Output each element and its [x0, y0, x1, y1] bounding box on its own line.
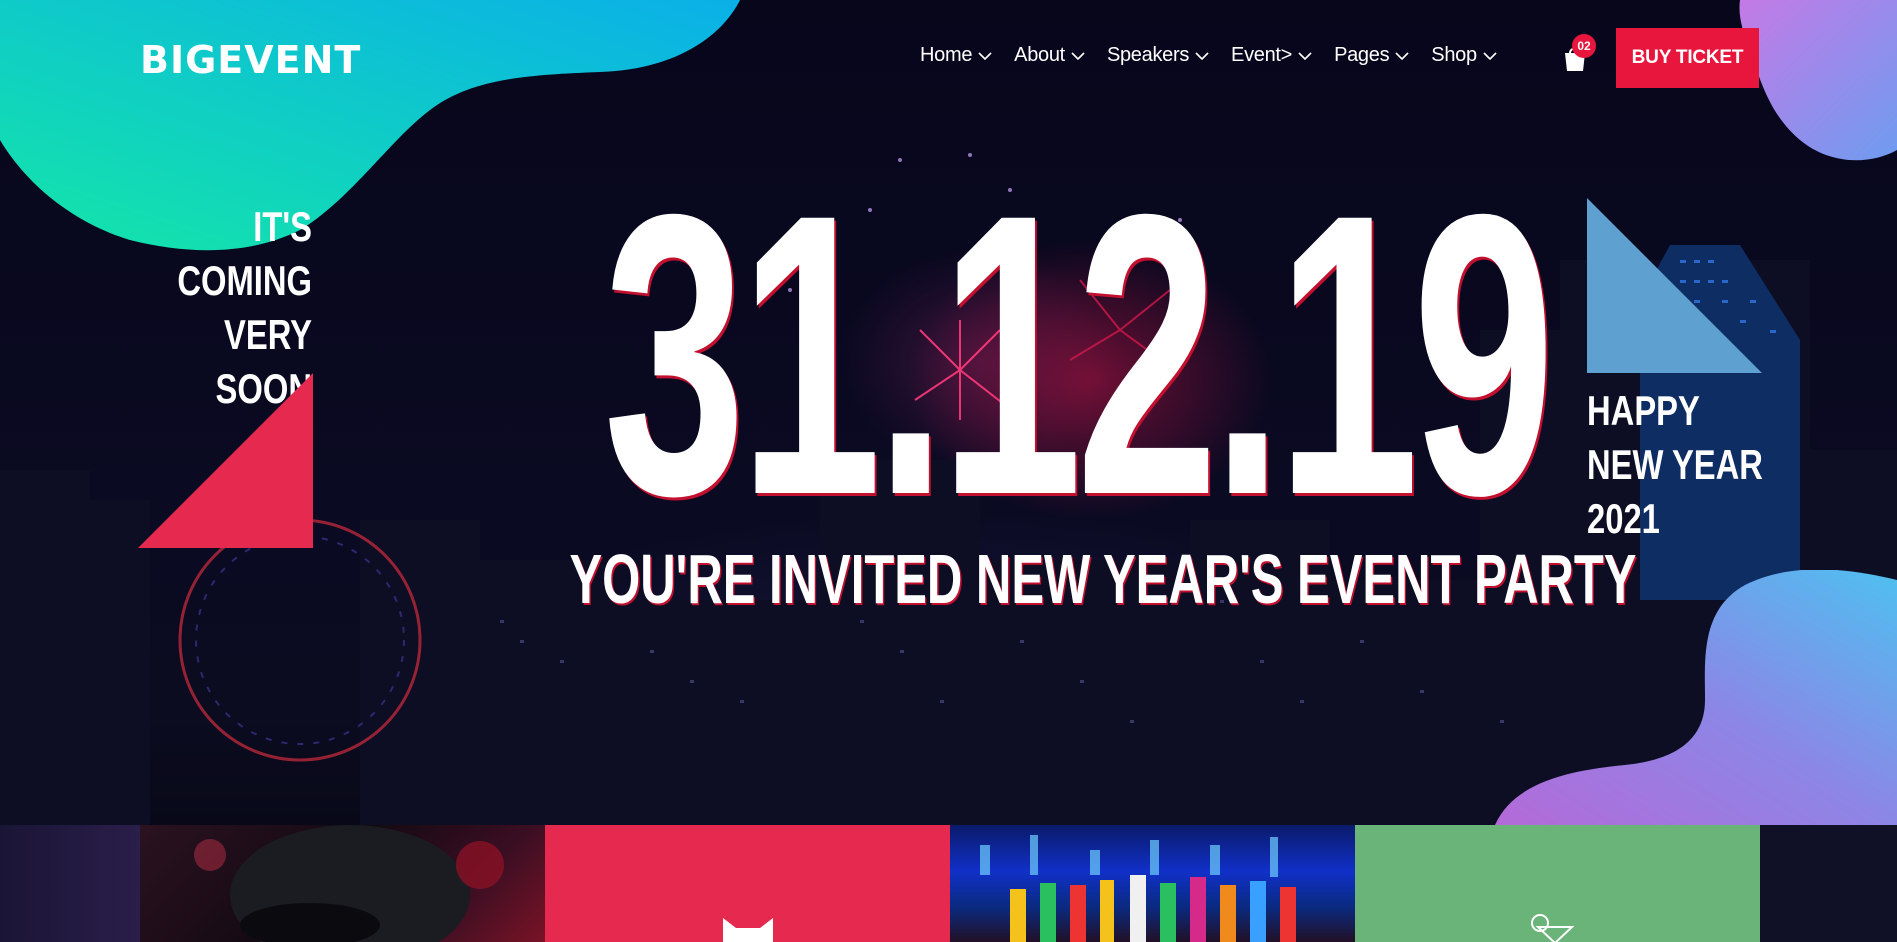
nav-label: About — [1014, 44, 1065, 66]
coming-soon-line-1: IT'S — [253, 203, 312, 250]
chevron-down-icon — [1395, 51, 1409, 60]
happy-new-year-line-3: 2021 — [1587, 495, 1660, 542]
happy-new-year-text: HAPPY NEW YEAR 2021 — [1587, 384, 1790, 546]
red-triangle-decoration — [138, 373, 313, 548]
bar-bottles-photo — [980, 835, 1296, 942]
tile-bar-bottles-photo[interactable] — [950, 825, 1355, 942]
tile-edge-left — [0, 825, 140, 942]
site-logo[interactable]: BIGEVENT — [140, 38, 361, 82]
masquerade-photo — [194, 825, 504, 942]
nav-label: Speakers — [1106, 44, 1190, 66]
buy-ticket-button[interactable]: BUY TICKET — [1616, 28, 1759, 88]
nav-item-shop[interactable]: Shop — [1431, 44, 1497, 67]
tile-edge-right — [1760, 825, 1897, 942]
cat-mask-icon — [723, 918, 773, 942]
feature-tiles-row — [0, 825, 1897, 942]
main-nav: Home About Speakers Event> Pages Shop — [920, 44, 1497, 67]
nav-label: Home — [920, 44, 973, 66]
cocktail-icon — [1531, 914, 1575, 942]
chevron-down-icon — [1298, 51, 1312, 60]
nav-item-about[interactable]: About — [1014, 44, 1085, 67]
nav-label: Pages — [1334, 44, 1390, 66]
nav-label: Event> — [1231, 44, 1293, 66]
hero-page: BIGEVENT Home About Speakers Event> Page… — [0, 0, 1897, 942]
nav-item-home[interactable]: Home — [920, 44, 992, 67]
tile-masquerade-photo[interactable] — [140, 825, 545, 942]
event-date-display: 31.12.19 — [603, 131, 1555, 578]
chevron-down-icon — [978, 51, 992, 60]
nav-item-pages[interactable]: Pages — [1334, 44, 1409, 67]
cart-count-badge: 02 — [1572, 34, 1596, 58]
chevron-down-icon — [1195, 51, 1209, 60]
tile-red-feature[interactable] — [545, 825, 950, 942]
hero-subtitle: YOU'RE INVITED NEW YEAR'S EVENT PARTY — [569, 540, 1637, 618]
coming-soon-line-2: COMING — [177, 257, 312, 304]
tile-green-feature[interactable] — [1355, 825, 1760, 942]
nav-item-event[interactable]: Event> — [1231, 44, 1312, 67]
chevron-down-icon — [1071, 51, 1085, 60]
happy-new-year-line-1: HAPPY — [1587, 387, 1700, 434]
blue-triangle-decoration — [1587, 198, 1762, 373]
happy-new-year-line-2: NEW YEAR — [1587, 441, 1763, 488]
chevron-down-icon — [1483, 51, 1497, 60]
nav-item-speakers[interactable]: Speakers — [1107, 44, 1209, 67]
nav-label: Shop — [1431, 44, 1477, 66]
